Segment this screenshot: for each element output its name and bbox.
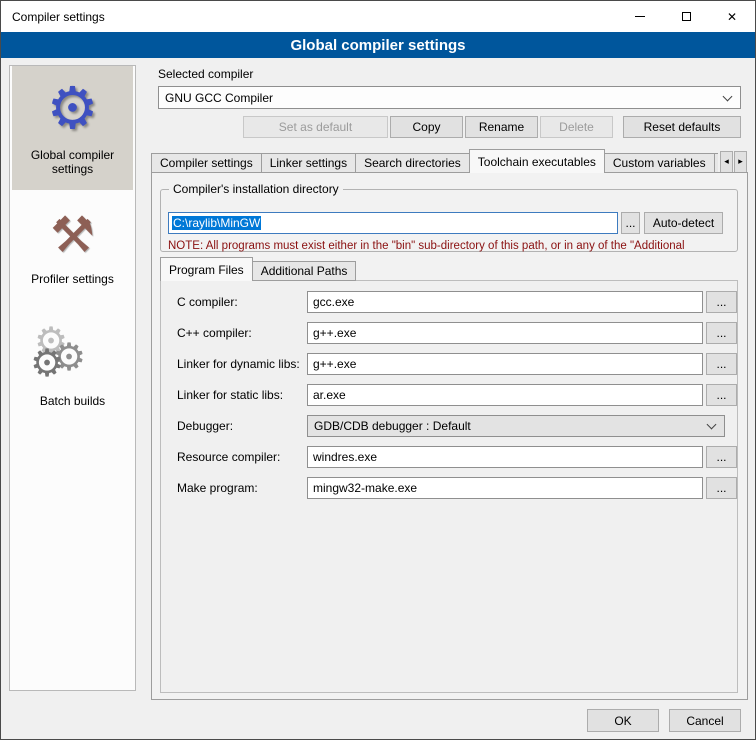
sidebar-item-label: Batch builds: [12, 394, 133, 408]
titlebar: Compiler settings ✕: [1, 1, 755, 32]
tab-toolchain-executables[interactable]: Toolchain executables: [469, 149, 605, 173]
close-icon: ✕: [727, 10, 737, 24]
c-compiler-row: C compiler: ...: [161, 291, 737, 313]
window-controls: ✕: [617, 1, 755, 32]
cpp-compiler-row: C++ compiler: ...: [161, 322, 737, 344]
c-compiler-label: C compiler:: [177, 295, 238, 309]
batch-builds-icon: ⚙ ⚙ ⚙: [12, 324, 133, 390]
resource-compiler-label: Resource compiler:: [177, 450, 280, 464]
tab-compiler-settings[interactable]: Compiler settings: [151, 153, 262, 173]
gear-icon: ⚙: [12, 72, 133, 144]
profiler-icon: ⚒: [12, 202, 133, 268]
arrow-left-icon: ◂: [724, 157, 729, 167]
maximize-button[interactable]: [663, 1, 709, 32]
sidebar-item-global-compiler-settings[interactable]: ⚙ Global compiler settings: [12, 66, 133, 190]
selected-compiler-dropdown[interactable]: GNU GCC Compiler: [158, 86, 741, 109]
resource-compiler-row: Resource compiler: ...: [161, 446, 737, 468]
sidebar-item-label: Global compiler settings: [12, 148, 133, 176]
resource-compiler-browse-button[interactable]: ...: [706, 446, 737, 468]
tab-custom-variables[interactable]: Custom variables: [604, 153, 715, 173]
debugger-value: GDB/CDB debugger : Default: [314, 419, 471, 433]
installation-directory-group: Compiler's installation directory C:\ray…: [160, 182, 738, 252]
installation-directory-input[interactable]: C:\raylib\MinGW: [168, 212, 618, 234]
sidebar-item-label: Profiler settings: [12, 272, 133, 286]
reset-defaults-button[interactable]: Reset defaults: [623, 116, 741, 138]
tab-scroll-buttons: ◂ ▸: [720, 151, 747, 173]
compiler-settings-window: Compiler settings ✕ Global compiler sett…: [0, 0, 756, 740]
chevron-down-icon: [707, 420, 717, 430]
c-compiler-browse-button[interactable]: ...: [706, 291, 737, 313]
window-title: Compiler settings: [12, 10, 105, 24]
arrow-right-icon: ▸: [738, 157, 743, 167]
program-files-panel: C compiler: ... C++ compiler: ... Linker…: [160, 280, 738, 693]
copy-button[interactable]: Copy: [390, 116, 463, 138]
ok-button[interactable]: OK: [587, 709, 659, 732]
compiler-actions: Set as default Copy Rename Delete Reset …: [158, 116, 741, 138]
make-program-browse-button[interactable]: ...: [706, 477, 737, 499]
browse-directory-button[interactable]: ...: [621, 212, 640, 234]
close-button[interactable]: ✕: [709, 1, 755, 32]
program-files-tabbar: Program Files Additional Paths: [160, 257, 355, 281]
dynamic-linker-row: Linker for dynamic libs: ...: [161, 353, 737, 375]
settings-tabbar: Compiler settings Linker settings Search…: [151, 149, 747, 173]
dynamic-linker-label: Linker for dynamic libs:: [177, 357, 300, 371]
minimize-icon: [635, 16, 645, 17]
static-linker-input[interactable]: [307, 384, 703, 406]
static-linker-browse-button[interactable]: ...: [706, 384, 737, 406]
tab-additional-paths[interactable]: Additional Paths: [252, 261, 357, 281]
cpp-compiler-browse-button[interactable]: ...: [706, 322, 737, 344]
settings-category-list: ⚙ Global compiler settings ⚒ Profiler se…: [9, 65, 136, 691]
debugger-dropdown[interactable]: GDB/CDB debugger : Default: [307, 415, 725, 437]
c-compiler-input[interactable]: [307, 291, 703, 313]
debugger-label: Debugger:: [177, 419, 233, 433]
cancel-button[interactable]: Cancel: [669, 709, 741, 732]
tabs-scroll-area: Compiler settings Linker settings Search…: [151, 149, 718, 173]
make-program-row: Make program: ...: [161, 477, 737, 499]
delete-button[interactable]: Delete: [540, 116, 613, 138]
tab-scroll-left-button[interactable]: ◂: [720, 151, 733, 173]
sidebar-item-batch-builds[interactable]: ⚙ ⚙ ⚙ Batch builds: [12, 318, 133, 448]
installation-directory-group-title: Compiler's installation directory: [169, 182, 343, 196]
auto-detect-button[interactable]: Auto-detect: [644, 212, 723, 234]
rename-button[interactable]: Rename: [465, 116, 538, 138]
minimize-button[interactable]: [617, 1, 663, 32]
tab-build-options[interactable]: Buil: [714, 153, 718, 173]
tab-scroll-right-button[interactable]: ▸: [734, 151, 747, 173]
dynamic-linker-input[interactable]: [307, 353, 703, 375]
dynamic-linker-browse-button[interactable]: ...: [706, 353, 737, 375]
static-linker-label: Linker for static libs:: [177, 388, 283, 402]
tab-program-files[interactable]: Program Files: [160, 257, 253, 281]
selected-compiler-label: Selected compiler: [158, 67, 253, 81]
dialog-header: Global compiler settings: [1, 32, 755, 58]
sidebar-item-profiler-settings[interactable]: ⚒ Profiler settings: [12, 196, 133, 314]
installation-directory-value: C:\raylib\MinGW: [172, 216, 261, 230]
selected-compiler-value: GNU GCC Compiler: [165, 91, 273, 105]
resource-compiler-input[interactable]: [307, 446, 703, 468]
static-linker-row: Linker for static libs: ...: [161, 384, 737, 406]
cpp-compiler-label: C++ compiler:: [177, 326, 252, 340]
maximize-icon: [682, 12, 691, 21]
make-program-label: Make program:: [177, 481, 258, 495]
make-program-input[interactable]: [307, 477, 703, 499]
cpp-compiler-input[interactable]: [307, 322, 703, 344]
tab-linker-settings[interactable]: Linker settings: [261, 153, 356, 173]
note-text: NOTE: All programs must exist either in …: [168, 240, 734, 252]
tab-search-directories[interactable]: Search directories: [355, 153, 470, 173]
debugger-row: Debugger: GDB/CDB debugger : Default: [161, 415, 737, 437]
set-as-default-button[interactable]: Set as default: [243, 116, 388, 138]
chevron-down-icon: [723, 91, 733, 101]
